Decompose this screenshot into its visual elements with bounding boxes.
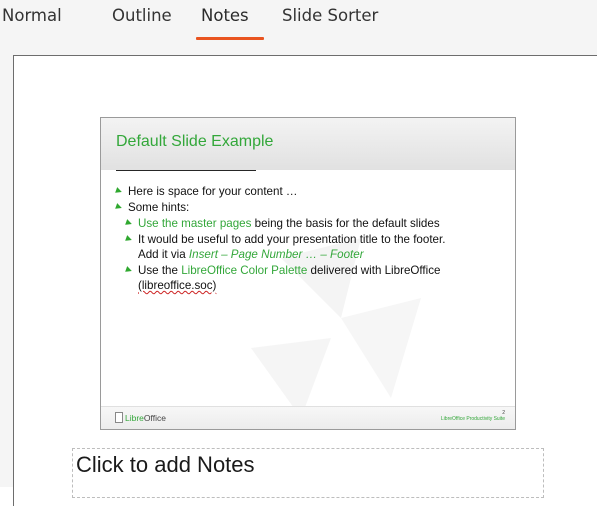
bullet-text: Use the: [138, 264, 182, 277]
bullet-icon: [115, 187, 123, 195]
color-palette-link: LibreOffice Color Palette: [181, 264, 308, 277]
tab-slide-sorter[interactable]: Slide Sorter: [282, 6, 378, 25]
sub-bullet-item: Use the master pages being the basis for…: [125, 216, 511, 231]
sub-bullet-item: Use the LibreOffice Color Palette delive…: [125, 263, 511, 293]
menu-path-text: Insert – Page Number … – Footer: [188, 248, 364, 261]
slide-footer: LibreOffice 2 LibreOffice Productivity S…: [101, 406, 515, 429]
tab-outline[interactable]: Outline: [112, 6, 172, 25]
tab-normal[interactable]: Normal: [2, 6, 62, 25]
bullet-icon: [125, 219, 133, 227]
slide-title: Default Slide Example: [116, 133, 274, 150]
master-pages-link: Use the master pages: [138, 217, 252, 230]
bullet-text: delivered with LibreOffice: [307, 264, 441, 277]
tab-notes[interactable]: Notes: [201, 6, 249, 25]
view-tab-bar: Normal Outline Notes Slide Sorter: [0, 0, 597, 44]
sub-bullet-item: It would be useful to add your presentat…: [125, 232, 511, 262]
footer-text: LibreOffice Productivity Suite: [440, 416, 505, 422]
bullet-item: Some hints:: [115, 200, 511, 215]
document-icon: [115, 412, 123, 423]
slide-thumbnail[interactable]: Default Slide Example Here is space for …: [100, 117, 516, 430]
palette-filename: (libreoffice.soc): [138, 279, 217, 292]
libreoffice-logo: LibreOffice: [115, 412, 166, 423]
bullet-text: It would be useful to add your presentat…: [138, 233, 446, 246]
bullet-icon: [115, 203, 123, 211]
notes-placeholder-text[interactable]: Click to add Notes: [76, 452, 255, 478]
bullet-icon: [125, 235, 133, 243]
bullet-text: being the basis for the default slides: [251, 217, 440, 230]
slide-content: Here is space for your content … Some hi…: [115, 184, 511, 294]
bullet-text: Add it via: [138, 248, 189, 261]
bullet-icon: [125, 266, 133, 274]
bullet-item: Here is space for your content …: [115, 184, 511, 199]
bullet-text: Here is space for your content …: [128, 185, 298, 198]
title-underline: [116, 170, 256, 171]
active-tab-indicator: [196, 37, 264, 40]
bullet-text: Some hints:: [128, 201, 190, 214]
